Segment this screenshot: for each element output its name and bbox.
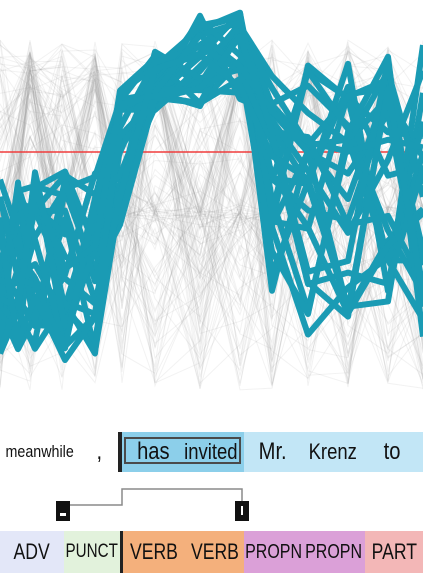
pos-tag-punct[interactable]: PUNCT bbox=[64, 531, 120, 573]
token-has[interactable]: has bbox=[126, 432, 180, 472]
token-mr[interactable]: Mr. bbox=[246, 432, 300, 472]
dependency-arcs bbox=[56, 488, 249, 521]
token-invited[interactable]: invited bbox=[180, 432, 242, 472]
token-meanwhile[interactable]: meanwhile bbox=[0, 432, 80, 472]
token-to[interactable]: to bbox=[366, 432, 418, 472]
pos-tag-verb[interactable]: VERB bbox=[123, 531, 185, 573]
pos-tag-adv[interactable]: ADV bbox=[0, 531, 64, 573]
arc-endpoint-marker bbox=[60, 513, 66, 516]
pos-tag-propn[interactable]: PROPN bbox=[244, 531, 303, 573]
pos-tag-propn[interactable]: PROPN bbox=[303, 531, 365, 573]
parallel-coordinates-plot bbox=[0, 9, 423, 391]
pos-tag-verb[interactable]: VERB bbox=[185, 531, 244, 573]
token-comma[interactable]: , bbox=[80, 432, 118, 472]
token-row: meanwhile , has invited Mr. Krenz to bbox=[0, 432, 423, 472]
pos-tag-row: ADV PUNCT VERB VERB PROPN PROPN PART bbox=[0, 531, 423, 573]
dependency-arc bbox=[62, 488, 243, 513]
arc-endpoint-left[interactable] bbox=[56, 501, 70, 521]
token-krenz[interactable]: Krenz bbox=[300, 432, 366, 472]
arc-endpoint-marker bbox=[241, 506, 243, 515]
pos-tag-part[interactable]: PART bbox=[365, 531, 423, 573]
